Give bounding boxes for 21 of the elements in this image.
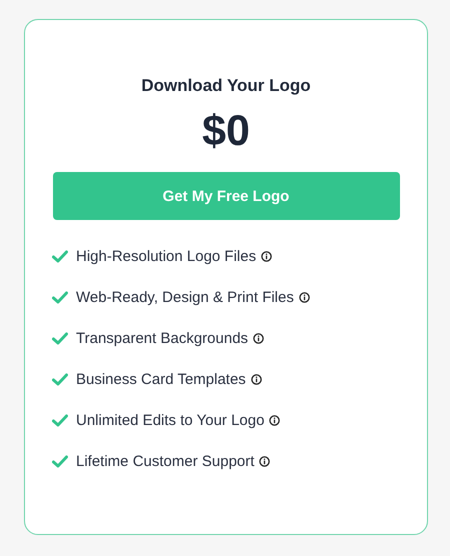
get-logo-button[interactable]: Get My Free Logo — [52, 172, 400, 220]
price: $0 — [202, 106, 250, 156]
check-icon — [52, 250, 68, 263]
info-icon[interactable] — [298, 292, 310, 303]
info-icon[interactable] — [253, 333, 264, 344]
card-title: Download Your Logo — [141, 75, 311, 97]
check-icon — [52, 455, 68, 468]
feature-text: Web-Ready, Design & Print Files — [76, 289, 294, 306]
feature-text: Business Card Templates — [76, 371, 246, 388]
info-icon[interactable] — [269, 415, 280, 426]
check-icon — [52, 332, 68, 345]
check-icon — [52, 414, 68, 427]
info-icon[interactable] — [259, 456, 270, 467]
info-icon[interactable] — [250, 374, 262, 385]
feature-text: Unlimited Edits to Your Logo — [76, 412, 264, 429]
feature-text: Lifetime Customer Support — [76, 453, 254, 470]
info-icon[interactable] — [261, 251, 272, 262]
check-icon — [52, 373, 68, 386]
feature-text: High-Resolution Logo Files — [76, 248, 256, 265]
feature-text: Transparent Backgrounds — [76, 330, 248, 347]
check-icon — [52, 291, 68, 304]
